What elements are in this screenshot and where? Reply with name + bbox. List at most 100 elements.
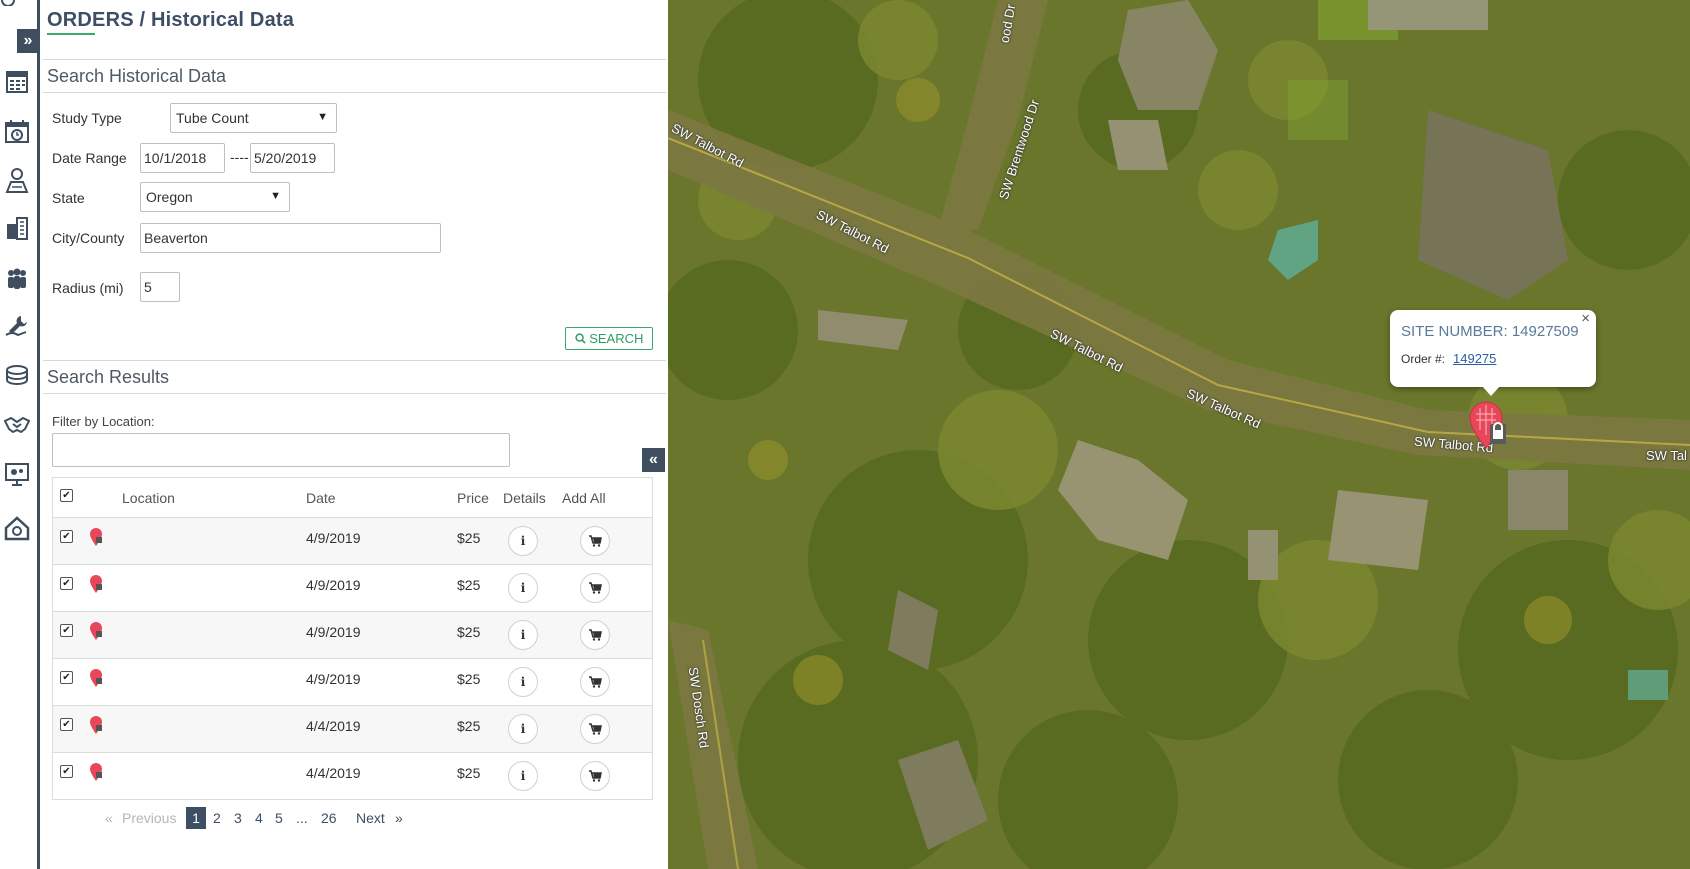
- row-checkbox[interactable]: ✔: [60, 671, 73, 684]
- expand-sidebar-button[interactable]: »: [17, 29, 39, 53]
- date-range-label: Date Range: [52, 150, 127, 166]
- logo-icon: [1, 0, 15, 6]
- table-header: ✔ Location Date Price Details Add All: [53, 478, 652, 518]
- row-checkbox[interactable]: ✔: [60, 718, 73, 731]
- search-button-label: SEARCH: [589, 331, 644, 346]
- pagination-page-last[interactable]: 26: [321, 810, 337, 826]
- info-icon[interactable]: i: [508, 573, 538, 603]
- state-value: Oregon: [146, 189, 193, 205]
- aerial-imagery: [668, 0, 1690, 869]
- state-label: State: [52, 190, 85, 206]
- coins-icon[interactable]: [2, 361, 32, 391]
- cart-icon[interactable]: [580, 573, 610, 603]
- popup-site-number: SITE NUMBER: 14927509: [1401, 323, 1579, 340]
- row-date: 4/9/2019: [306, 624, 361, 640]
- page-title: ORDERS / Historical Data: [47, 9, 295, 31]
- people-icon[interactable]: [2, 263, 32, 293]
- city-county-input[interactable]: Beaverton: [140, 223, 441, 253]
- site-marker-icon: [90, 575, 102, 593]
- house-search-icon[interactable]: [2, 513, 32, 543]
- date-separator: ----: [230, 149, 249, 165]
- select-all-checkbox[interactable]: ✔: [60, 489, 73, 502]
- popup-close-icon[interactable]: ×: [1581, 310, 1590, 327]
- row-date: 4/4/2019: [306, 765, 361, 781]
- monitor-settings-icon[interactable]: [2, 459, 32, 489]
- handshake-icon[interactable]: [2, 410, 32, 440]
- site-marker-icon: [90, 669, 102, 687]
- cart-icon[interactable]: [580, 667, 610, 697]
- row-date: 4/9/2019: [306, 577, 361, 593]
- row-price: $25: [457, 718, 481, 734]
- search-section-title: Search Historical Data: [47, 66, 227, 86]
- state-select[interactable]: Oregon ▼: [140, 182, 290, 212]
- row-price: $25: [457, 624, 481, 640]
- pagination-previous[interactable]: Previous: [122, 810, 176, 826]
- column-details: Details: [503, 490, 546, 506]
- aerial-map[interactable]: SW Talbot Rd SW Talbot Rd SW Talbot Rd S…: [668, 0, 1690, 869]
- column-add-all[interactable]: Add All: [562, 490, 606, 506]
- cart-icon[interactable]: [580, 620, 610, 650]
- pagination-page-current[interactable]: 1: [186, 807, 206, 829]
- dropdown-caret-icon: ▼: [317, 111, 328, 123]
- title-underline: [47, 33, 95, 35]
- wrench-hand-icon[interactable]: [2, 312, 32, 342]
- pagination-prev-arrow[interactable]: «: [105, 810, 113, 826]
- info-icon[interactable]: i: [508, 761, 538, 791]
- results-table: ✔ Location Date Price Details Add All ✔ …: [52, 477, 653, 800]
- row-checkbox[interactable]: ✔: [60, 530, 73, 543]
- site-marker-icon: [90, 716, 102, 734]
- date-from-input[interactable]: 10/1/2018: [140, 143, 225, 173]
- info-icon[interactable]: i: [508, 714, 538, 744]
- invoice-icon[interactable]: [2, 67, 32, 97]
- calendar-history-icon[interactable]: [2, 116, 32, 146]
- buildings-icon[interactable]: [2, 213, 32, 243]
- radius-label: Radius (mi): [52, 280, 124, 296]
- row-price: $25: [457, 671, 481, 687]
- row-checkbox[interactable]: ✔: [60, 765, 73, 778]
- cart-icon[interactable]: [580, 714, 610, 744]
- table-row: ✔ 4/9/2019 $25 i: [53, 518, 652, 565]
- results-section-title: Search Results: [47, 367, 170, 387]
- pagination-page[interactable]: 5: [275, 810, 283, 826]
- filter-location-label: Filter by Location:: [52, 414, 155, 429]
- pagination-page[interactable]: 2: [213, 810, 221, 826]
- radius-input[interactable]: 5: [140, 272, 180, 302]
- row-checkbox[interactable]: ✔: [60, 577, 73, 590]
- site-popup: × SITE NUMBER: 14927509 Order #: 149275: [1390, 310, 1596, 396]
- cart-icon[interactable]: [580, 526, 610, 556]
- row-date: 4/9/2019: [306, 530, 361, 546]
- orders-panel: ORDERS / Historical Data Search Historic…: [43, 0, 666, 869]
- date-to-input[interactable]: 5/20/2019: [250, 143, 335, 173]
- row-date: 4/4/2019: [306, 718, 361, 734]
- pagination-page[interactable]: 4: [255, 810, 263, 826]
- pagination-next[interactable]: Next: [356, 810, 385, 826]
- row-checkbox[interactable]: ✔: [60, 624, 73, 637]
- icon-rail: »: [0, 0, 40, 869]
- table-row: ✔ 4/4/2019 $25 i: [53, 753, 652, 800]
- info-icon[interactable]: i: [508, 526, 538, 556]
- site-marker-icon: [90, 763, 102, 781]
- row-price: $25: [457, 577, 481, 593]
- divider: [43, 92, 666, 93]
- filter-location-input[interactable]: [52, 433, 510, 467]
- pagination-next-arrow[interactable]: »: [395, 810, 403, 826]
- table-row: ✔ 4/4/2019 $25 i: [53, 706, 652, 753]
- row-date: 4/9/2019: [306, 671, 361, 687]
- site-marker-icon[interactable]: [1468, 400, 1508, 452]
- search-icon: [574, 333, 586, 344]
- info-icon[interactable]: i: [508, 667, 538, 697]
- user-map-icon[interactable]: [2, 165, 32, 195]
- cart-icon[interactable]: [580, 761, 610, 791]
- popup-order-label: Order #:: [1401, 352, 1446, 366]
- city-county-label: City/County: [52, 230, 125, 246]
- divider: [43, 59, 666, 60]
- column-price: Price: [457, 490, 489, 506]
- search-button[interactable]: SEARCH: [565, 327, 653, 350]
- pagination-page[interactable]: 3: [234, 810, 242, 826]
- study-type-select[interactable]: Tube Count ▼: [170, 103, 337, 133]
- popup-tail: [1482, 386, 1500, 396]
- popup-order-link[interactable]: 149275: [1453, 351, 1496, 366]
- collapse-panel-button[interactable]: «: [642, 448, 665, 472]
- table-row: ✔ 4/9/2019 $25 i: [53, 659, 652, 706]
- info-icon[interactable]: i: [508, 620, 538, 650]
